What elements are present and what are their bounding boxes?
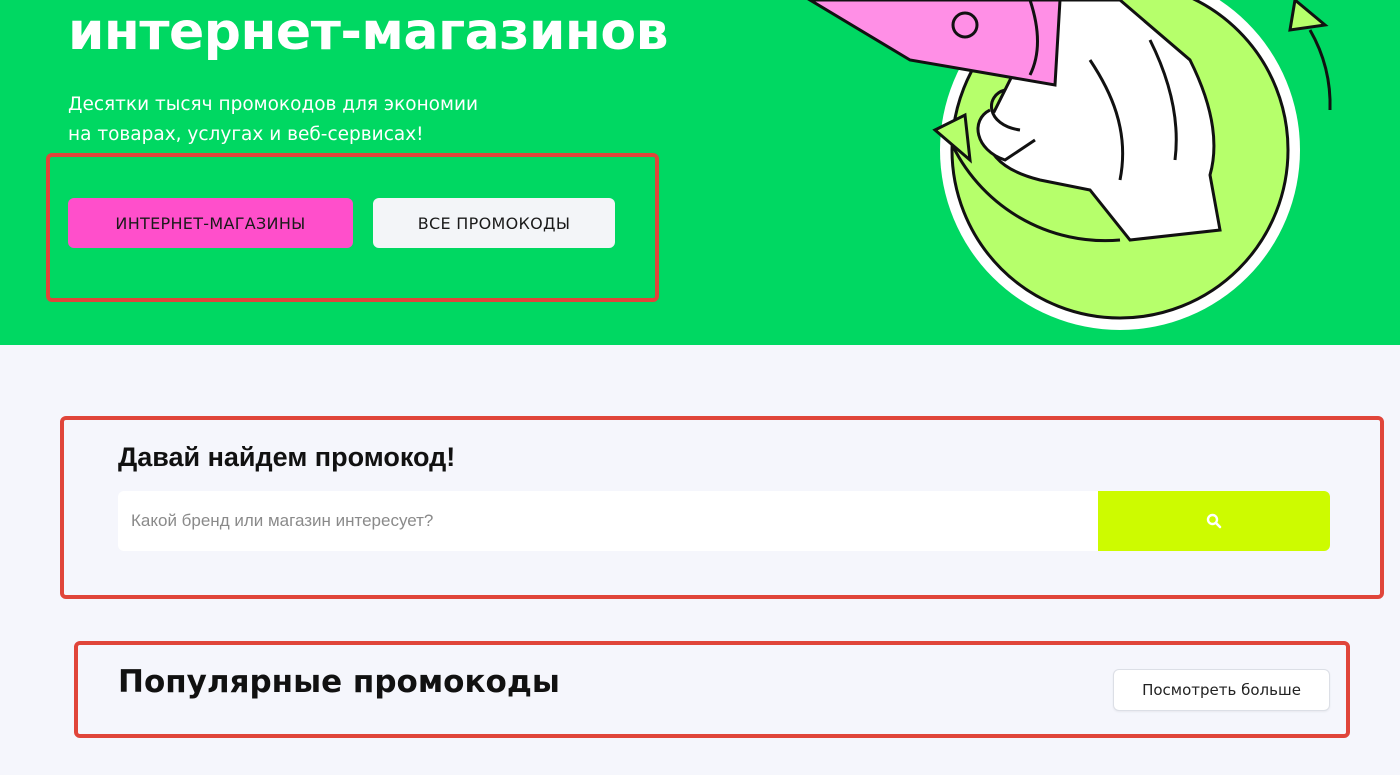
hero-subtitle-line2: на товарах, услугах и веб-сервисах! [68, 124, 424, 145]
see-more-button[interactable]: Посмотреть больше [1113, 669, 1330, 711]
hero-title: интернет-магазинов [68, 2, 668, 62]
all-promocodes-button[interactable]: ВСЕ ПРОМОКОДЫ [373, 198, 615, 248]
hero-subtitle: Десятки тысяч промокодов для экономии на… [68, 90, 588, 150]
search-input[interactable] [118, 491, 1098, 551]
search-title: Давай найдем промокод! [118, 442, 456, 472]
hand-holding-coupon-illustration [807, 0, 1332, 330]
search-icon [1206, 513, 1222, 529]
hero-subtitle-line1: Десятки тысяч промокодов для экономии [68, 94, 478, 115]
online-stores-button[interactable]: ИНТЕРНЕТ-МАГАЗИНЫ [68, 198, 353, 248]
popular-title: Популярные промокоды [118, 664, 560, 700]
search-button[interactable] [1098, 491, 1330, 551]
